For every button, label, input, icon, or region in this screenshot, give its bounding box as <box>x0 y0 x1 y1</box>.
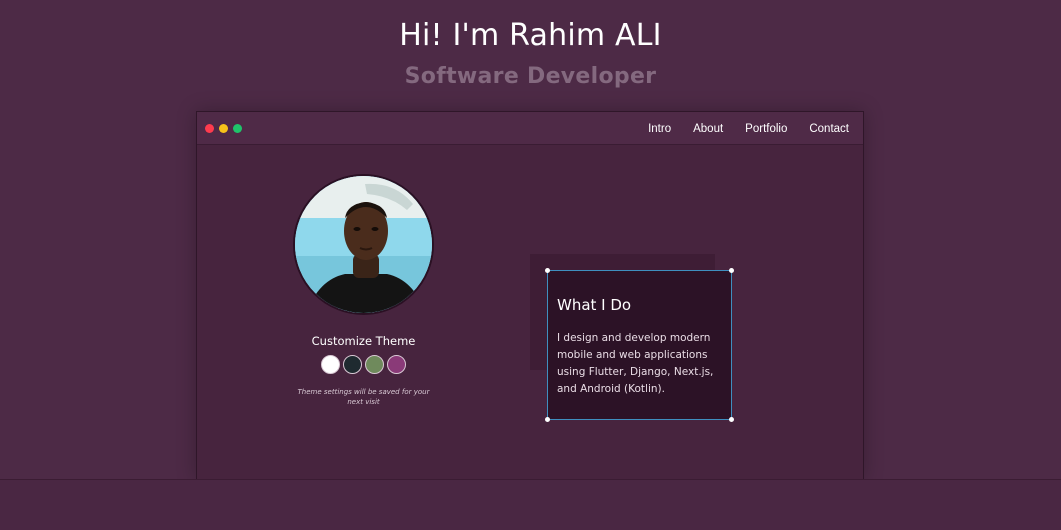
card-title: What I Do <box>557 296 632 314</box>
minimize-dot-icon[interactable] <box>219 124 228 133</box>
profile-photo-icon <box>295 176 432 313</box>
hero-subtitle: Software Developer <box>404 64 657 89</box>
nav-link-portfolio[interactable]: Portfolio <box>745 123 787 135</box>
nav-link-intro[interactable]: Intro <box>648 123 671 135</box>
close-dot-icon[interactable] <box>205 124 214 133</box>
avatar <box>293 174 434 315</box>
nav-link-about[interactable]: About <box>693 123 723 135</box>
resize-handle-bottom-right[interactable] <box>729 417 734 422</box>
theme-swatch-green[interactable] <box>365 355 384 374</box>
nav-link-contact[interactable]: Contact <box>809 123 849 135</box>
footer-band <box>0 479 1061 530</box>
card-body: I design and develop modern mobile and w… <box>557 332 714 395</box>
theme-swatches <box>321 355 406 374</box>
resize-handle-top-right[interactable] <box>729 268 734 273</box>
theme-swatch-dark[interactable] <box>343 355 362 374</box>
maximize-dot-icon[interactable] <box>233 124 242 133</box>
theme-swatch-purple[interactable] <box>387 355 406 374</box>
main-nav: Intro About Portfolio Contact <box>648 112 849 145</box>
window-titlebar: Intro About Portfolio Contact <box>197 112 863 145</box>
resize-handle-bottom-left[interactable] <box>545 417 550 422</box>
resize-handle-top-left[interactable] <box>545 268 550 273</box>
customize-theme-title: Customize Theme <box>311 334 416 348</box>
browser-window: Intro About Portfolio Contact Customize … <box>196 111 864 480</box>
theme-note: Theme settings will be saved for your ne… <box>297 388 430 406</box>
hero-title: Hi! I'm Rahim ALI <box>399 18 662 53</box>
what-i-do-card[interactable]: What I Do I design and develop modern mo… <box>545 268 734 422</box>
theme-swatch-white[interactable] <box>321 355 340 374</box>
